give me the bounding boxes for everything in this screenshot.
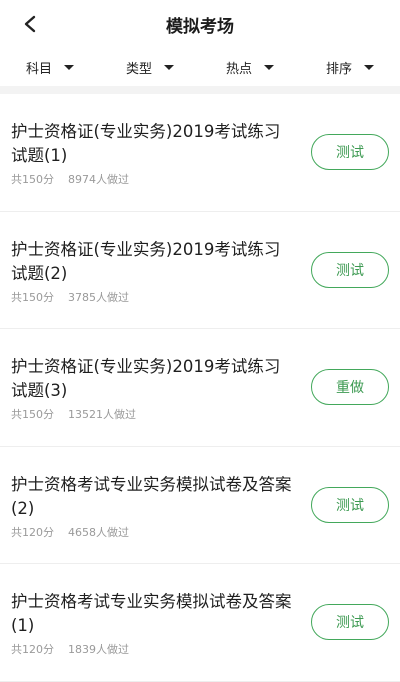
exam-score: 共150分: [11, 408, 54, 421]
exam-score: 共120分: [11, 643, 54, 656]
exam-title: 护士资格证(专业实务)2019考试练习试题(3): [11, 357, 281, 400]
exam-meta: 共150分 3785人做过: [11, 289, 129, 305]
exam-title: 护士资格证(专业实务)2019考试练习试题(2): [11, 239, 281, 283]
dropdown-triangle-icon: [164, 64, 174, 70]
filter-subject[interactable]: 科目: [0, 48, 100, 86]
dropdown-triangle-icon: [64, 64, 74, 70]
filter-hot-label: 热点: [225, 61, 252, 77]
exam-item[interactable]: 护士资格证(专业实务)2019考试练习试题(1) 共150分 8974人做过 测…: [0, 94, 400, 212]
exam-meta: 共150分 13521人做过: [11, 406, 136, 422]
exam-item[interactable]: 护士资格考试专业实务模拟试卷及答案(2) 共120分 4658人做过 测试: [0, 446, 400, 564]
filter-bar: 科目 类型 热点 排序: [0, 48, 400, 86]
exam-count: 3785人做过: [68, 290, 129, 304]
exam-item[interactable]: 护士资格考试专业实务模拟试卷及答案(1) 共120分 1839人做过 测试: [0, 564, 400, 682]
page-title: 模拟考场: [166, 17, 234, 37]
exam-count: 13521人做过: [68, 408, 136, 421]
exam-action-button[interactable]: 测试: [311, 134, 389, 170]
exam-item[interactable]: 护士资格证(专业实务)2019考试练习试题(2) 共150分 3785人做过 测…: [0, 211, 400, 329]
exam-meta: 共120分 1839人做过: [11, 641, 129, 657]
exam-count: 1839人做过: [68, 643, 129, 656]
filter-type[interactable]: 类型: [100, 48, 200, 86]
back-button[interactable]: [16, 10, 44, 38]
dropdown-triangle-icon: [364, 64, 374, 70]
section-divider: [0, 86, 400, 94]
exam-action-button[interactable]: 重做: [311, 369, 389, 405]
exam-score: 共120分: [11, 525, 54, 539]
exam-title: 护士资格考试专业实务模拟试卷及答案(2): [11, 474, 292, 518]
filter-type-label: 类型: [125, 61, 152, 77]
exam-count: 8974人做过: [68, 173, 129, 186]
exam-meta: 共150分 8974人做过: [11, 171, 129, 187]
exam-action-button[interactable]: 测试: [311, 251, 389, 288]
exam-list: 护士资格证(专业实务)2019考试练习试题(1) 共150分 8974人做过 测…: [0, 94, 400, 682]
filter-sort[interactable]: 排序: [300, 48, 400, 86]
back-arrow-icon: [24, 15, 36, 33]
exam-score: 共150分: [11, 173, 54, 186]
exam-score: 共150分: [11, 290, 54, 304]
app-header: 模拟考场: [0, 0, 400, 48]
exam-item[interactable]: 护士资格证(专业实务)2019考试练习试题(3) 共150分 13521人做过 …: [0, 329, 400, 447]
exam-action-button[interactable]: 测试: [311, 486, 389, 523]
exam-action-button[interactable]: 测试: [311, 604, 389, 640]
exam-title: 护士资格证(专业实务)2019考试练习试题(1): [11, 122, 281, 165]
exam-meta: 共120分 4658人做过: [11, 524, 129, 540]
filter-sort-label: 排序: [325, 61, 352, 77]
filter-hot[interactable]: 热点: [200, 48, 300, 86]
exam-title: 护士资格考试专业实务模拟试卷及答案(1): [11, 592, 292, 635]
dropdown-triangle-icon: [264, 64, 274, 70]
exam-count: 4658人做过: [68, 525, 129, 539]
filter-subject-label: 科目: [25, 61, 52, 77]
